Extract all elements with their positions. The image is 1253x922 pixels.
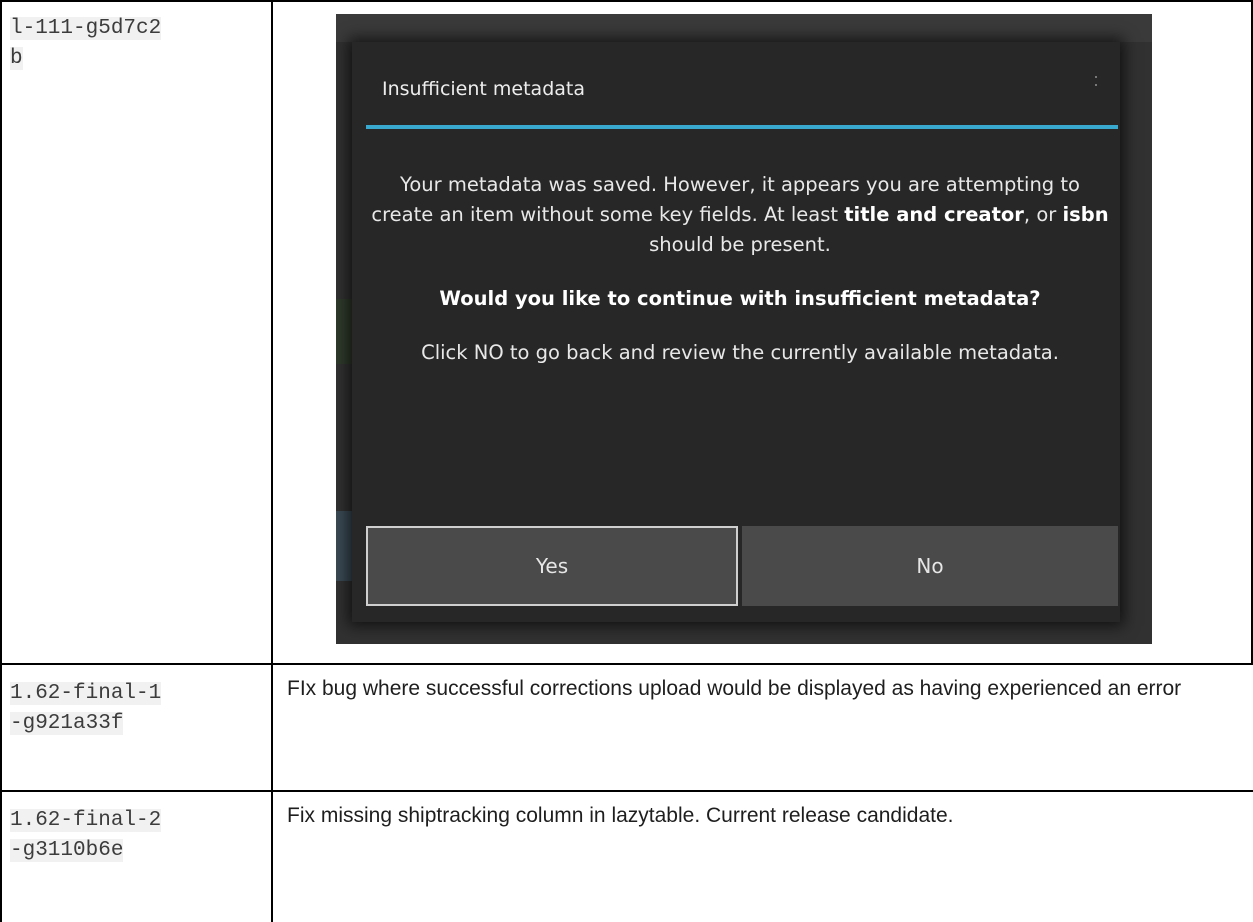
table-row-divider	[0, 790, 1253, 792]
title-divider	[366, 125, 1118, 129]
dialog-button-row: Yes No	[366, 526, 1118, 606]
version-cell: 1.62-final-1 -g921a33f	[10, 682, 162, 735]
version-cell: 1.62-final-2 -g3110b6e	[10, 809, 162, 862]
yes-button[interactable]: Yes	[366, 526, 738, 606]
version-cell: l-111-g5d7c2 b	[10, 17, 162, 70]
description-cell: FIx bug where successful corrections upl…	[287, 677, 1182, 700]
confirm-question: Would you like to continue with insuffic…	[439, 287, 1041, 310]
insufficient-metadata-dialog: Insufficient metadata Your metadata was …	[352, 42, 1120, 622]
dialog-title: Insufficient metadata	[382, 78, 585, 100]
overflow-menu-icon[interactable]	[1095, 76, 1098, 92]
background-app	[336, 299, 352, 364]
table-border-left	[0, 0, 2, 922]
table-border-top	[0, 0, 1253, 2]
background-app	[336, 511, 352, 581]
dialog-message: Your metadata was saved. However, it app…	[370, 170, 1110, 392]
table-row-divider	[0, 663, 1253, 665]
warning-text: Your metadata was saved. However, it app…	[371, 173, 1109, 256]
background-app	[336, 14, 1152, 42]
description-cell: Fix missing shiptracking column in lazyt…	[287, 804, 954, 827]
release-notes-table: l-111-g5d7c2 b Insufficient metadata Your…	[0, 0, 1253, 922]
hint-text: Click NO to go back and review the curre…	[421, 341, 1059, 364]
dialog-screenshot: Insufficient metadata Your metadata was …	[336, 14, 1152, 644]
no-button[interactable]: No	[742, 526, 1118, 606]
table-column-divider	[271, 0, 273, 922]
